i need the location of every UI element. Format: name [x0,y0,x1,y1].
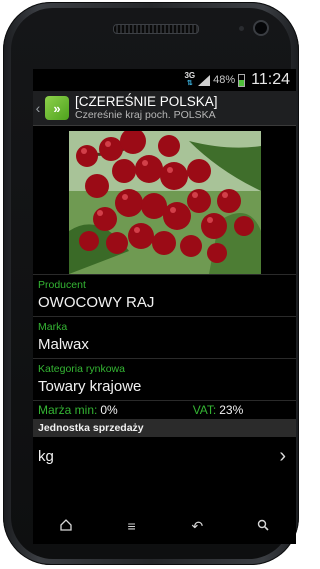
vat-value: 23% [219,403,244,417]
network-indicator: 3G ⇅ [184,72,195,88]
earpiece-speaker [113,24,199,34]
sales-unit-row[interactable]: kg › [33,437,296,475]
title-block: [CZEREŚNIE POLSKA] Czereśnie kraj poch. … [75,94,218,122]
vat-label: VAT: [192,403,217,417]
producer-field: Producent OWOCOWY RAJ [33,274,296,316]
home-icon[interactable] [46,518,86,534]
clock: 11:24 [251,71,290,88]
margin-value: 0% [100,403,118,417]
product-image-container [33,126,296,274]
margin-label: Marża min: [38,403,98,417]
margin-vat-row: Marża min: 0% VAT: 23% [33,400,296,419]
status-bar: 3G ⇅ 48% 11:24 [33,69,296,91]
producer-label: Producent [38,279,86,291]
menu-icon[interactable]: ≡ [112,518,152,534]
app-logo-icon[interactable]: » [45,96,69,120]
battery-icon [238,73,246,87]
page-subtitle: Czereśnie kraj poch. POLSKA [75,109,216,121]
chevron-left-icon[interactable]: ‹ [33,91,43,125]
data-arrows-icon: ⇅ [186,80,193,87]
status-icons: 3G ⇅ 48% 11:24 [184,71,290,89]
battery-percent: 48% [213,74,236,86]
front-camera [253,20,269,36]
signal-icon [198,74,211,86]
market-category-value: Towary krajowe [38,378,142,395]
brand-label: Marka [38,321,68,333]
product-image[interactable] [68,131,261,274]
producer-value: OWOCOWY RAJ [38,294,155,311]
market-category-label: Kategoria rynkowa [38,363,125,375]
sales-unit-value: kg [38,447,54,465]
navigation-bar: ≡ ↶ [33,508,296,544]
sales-unit-header: Jednostka sprzedaży [33,419,296,437]
proximity-sensor [239,26,244,31]
search-icon[interactable] [243,518,283,534]
brand-value: Malwax [38,336,89,353]
brand-field: Marka Malwax [33,316,296,358]
back-arrow-icon[interactable]: ↶ [177,518,217,535]
phone-frame: 3G ⇅ 48% 11:24 ‹ » [CZEREŚNIE POLSKA] Cze… [3,2,299,565]
chevron-right-icon: › [279,444,286,467]
action-bar: ‹ » [CZEREŚNIE POLSKA] Czereśnie kraj po… [33,91,296,126]
page-title: [CZEREŚNIE POLSKA] [75,94,218,109]
screen: 3G ⇅ 48% 11:24 ‹ » [CZEREŚNIE POLSKA] Cze… [33,69,296,544]
market-category-field: Kategoria rynkowa Towary krajowe [33,358,296,400]
network-type: 3G [184,71,196,80]
